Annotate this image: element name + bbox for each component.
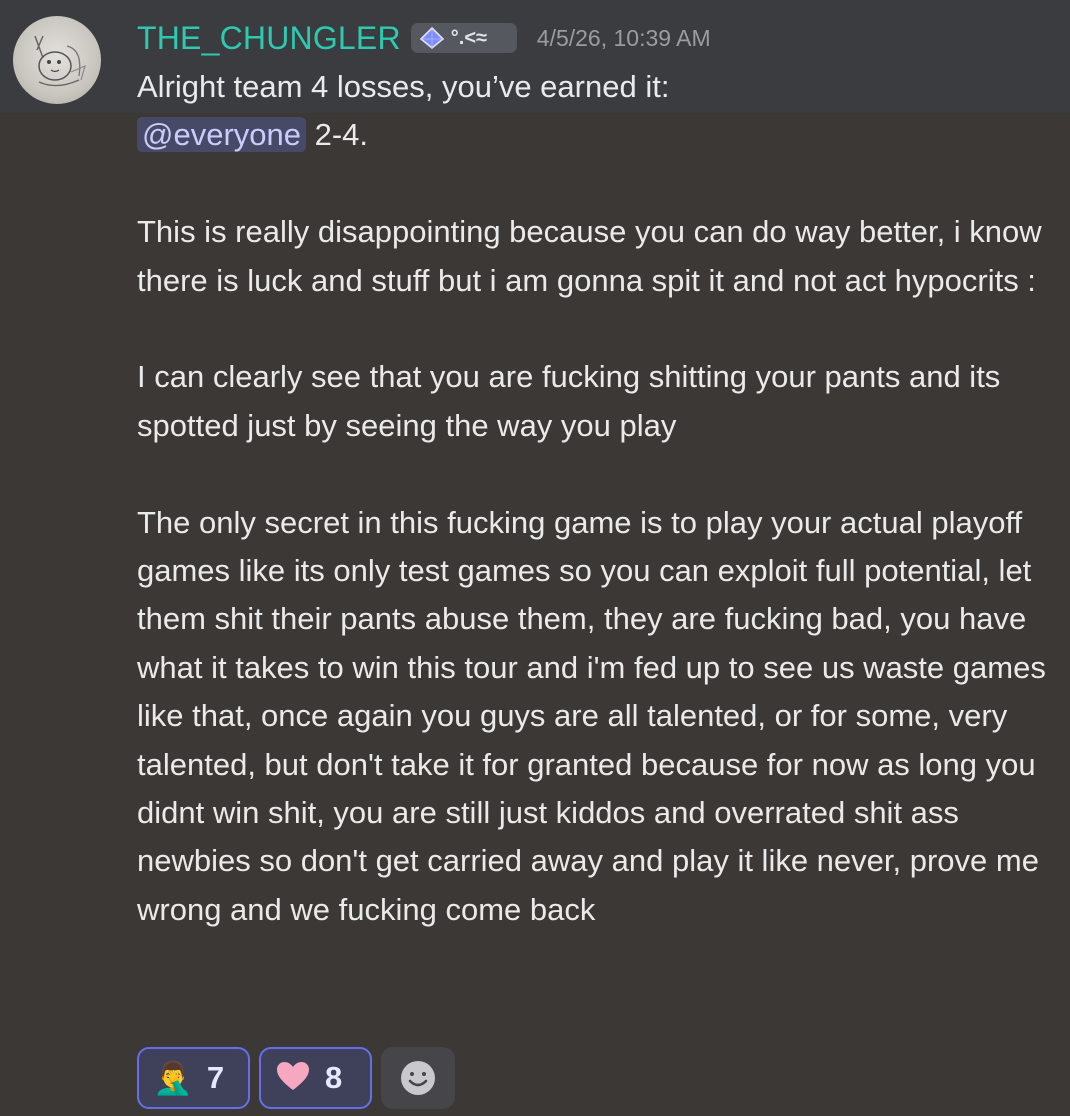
avatar[interactable]	[13, 16, 101, 104]
message-line-2: @everyone 2-4.	[137, 111, 1057, 159]
server-tag-text: °.<≈	[450, 27, 487, 49]
score-text: 2-4.	[306, 117, 369, 153]
message-line-1: Alright team 4 losses, you’ve earned it:	[137, 69, 670, 104]
line-break	[137, 450, 1057, 498]
line-break	[137, 305, 1057, 353]
message-paragraph-1: This is really disappointing because you…	[137, 214, 1042, 298]
blue-crystal-icon	[419, 26, 444, 50]
add-reaction-button[interactable]	[381, 1047, 455, 1109]
timestamp[interactable]: 4/5/26, 10:39 AM	[537, 25, 711, 52]
line-break	[137, 160, 1057, 208]
reaction-count: 7	[206, 1060, 225, 1095]
message-content: Alright team 4 losses, you’ve earned it:…	[137, 63, 1057, 934]
reactions-bar: 🤦‍♂️ 7 8	[137, 1047, 455, 1109]
pink-heart-icon	[275, 1060, 311, 1097]
chat-message[interactable]: THE_CHUNGLER °.<≈ 4/5/26, 10:39 AM Alrig…	[0, 0, 1070, 1116]
reaction-count: 8	[325, 1060, 343, 1095]
username[interactable]: THE_CHUNGLER	[137, 20, 401, 57]
facepalm-icon: 🤦‍♂️	[153, 1060, 193, 1096]
add-reaction-smiley-icon	[401, 1061, 435, 1095]
server-tag-badge[interactable]: °.<≈	[410, 23, 517, 53]
reaction-pink-heart[interactable]: 8	[259, 1047, 372, 1109]
reaction-facepalm[interactable]: 🤦‍♂️ 7	[137, 1047, 250, 1109]
avatar-drawing	[34, 35, 86, 87]
everyone-mention[interactable]: @everyone	[137, 117, 306, 153]
message-paragraph-2: I can clearly see that you are fucking s…	[137, 359, 1001, 443]
message-paragraph-3: The only secret in this fucking game is …	[137, 504, 1046, 927]
message-header: THE_CHUNGLER °.<≈ 4/5/26, 10:39 AM	[137, 18, 711, 58]
